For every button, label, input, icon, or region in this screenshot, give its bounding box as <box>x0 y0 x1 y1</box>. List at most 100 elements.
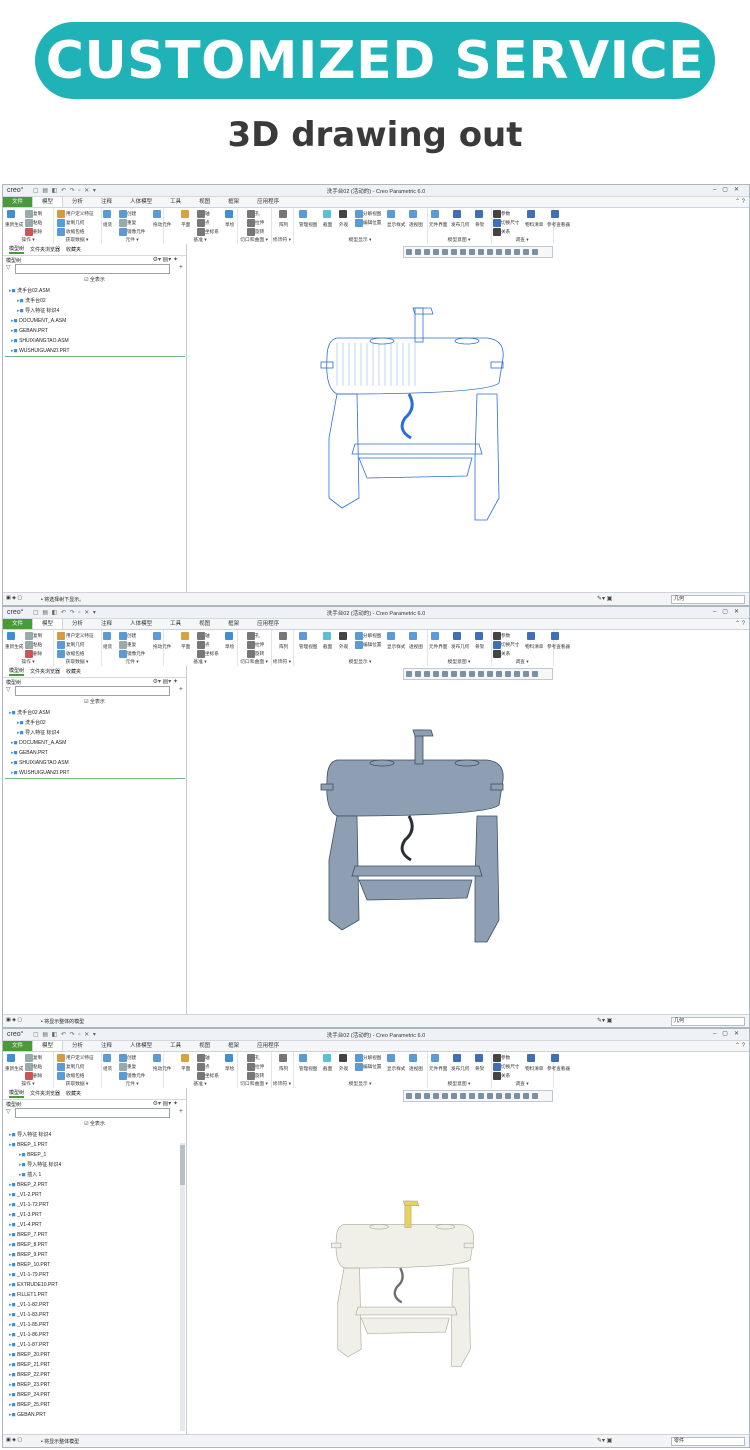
shrinkwrap-button[interactable]: 收缩包络 <box>66 229 84 235</box>
bom-icon[interactable] <box>527 1054 535 1062</box>
menu-tab[interactable]: 注释 <box>92 1041 121 1051</box>
copy-geom-icon[interactable] <box>57 1063 65 1071</box>
pub-geom-icon[interactable] <box>453 1054 461 1062</box>
tree-item[interactable]: ▸◼ BREP_23.PRT <box>9 1380 61 1390</box>
regen-icon[interactable] <box>7 210 15 218</box>
display-style-icon[interactable] <box>387 210 395 218</box>
extrude-button[interactable]: 拉伸 <box>255 220 264 226</box>
manage-views-button[interactable]: 管理视图 <box>299 222 317 228</box>
tree-item[interactable]: ▸◼ BREP_9.PRT <box>9 1250 61 1260</box>
panel-tab[interactable]: 模型树 <box>9 245 25 254</box>
skeleton-button[interactable]: 骨架 <box>475 222 484 228</box>
comp-interface-button[interactable]: 元件界面 <box>429 222 447 228</box>
menu-tab[interactable]: 视图 <box>190 619 219 629</box>
assemble-icon[interactable] <box>103 632 111 640</box>
show-all-button[interactable]: ☑ 全表示 <box>3 1120 186 1127</box>
assemble-icon[interactable] <box>103 210 111 218</box>
relations-button[interactable]: 关系 <box>501 229 510 235</box>
copy-icon[interactable] <box>25 632 33 640</box>
ref-viewer-button[interactable]: 参考查看器 <box>547 222 570 228</box>
relations-button[interactable]: 关系 <box>501 1073 510 1079</box>
skeleton-button[interactable]: 骨架 <box>475 644 484 650</box>
skeleton-button[interactable]: 骨架 <box>475 1066 484 1072</box>
revolve-icon[interactable] <box>247 1072 255 1080</box>
edit-position-icon[interactable] <box>355 641 363 649</box>
tree-item[interactable]: ▸◼ _V1-1-79.PRT <box>9 1270 61 1280</box>
point-button[interactable]: 点 <box>205 1064 210 1070</box>
axis-button[interactable]: 轴 <box>205 633 210 639</box>
panel-tab[interactable]: 收藏夹 <box>66 668 81 675</box>
paste-icon[interactable] <box>25 1063 33 1071</box>
copy-icon[interactable] <box>25 1054 33 1062</box>
hole-button[interactable]: 孔 <box>255 633 260 639</box>
tree-item[interactable]: ▸◼ BREP_20.PRT <box>9 1350 61 1360</box>
point-icon[interactable] <box>197 641 205 649</box>
assemble-icon[interactable] <box>103 1054 111 1062</box>
tree-item[interactable]: ▸◼ SHUIXIANGTAO.ASM <box>9 758 70 768</box>
perspective-icon[interactable] <box>409 1054 417 1062</box>
menu-tab[interactable]: 文件 <box>3 197 33 207</box>
tree-item[interactable]: ▸◼ _V1-3.PRT <box>9 1210 61 1220</box>
panel-tab[interactable]: 文件夹浏览器 <box>30 668 60 675</box>
hole-icon[interactable] <box>247 632 255 640</box>
pattern-icon[interactable] <box>279 1054 287 1062</box>
exploded-icon[interactable] <box>355 632 363 640</box>
menu-tab[interactable]: 框架 <box>219 197 248 207</box>
paste-button[interactable]: 粘贴 <box>33 220 42 226</box>
pub-geom-icon[interactable] <box>453 632 461 640</box>
switch-dims-button[interactable]: 切换尺寸 <box>501 1064 519 1070</box>
switch-dims-icon[interactable] <box>493 219 501 227</box>
copy-geom-icon[interactable] <box>57 641 65 649</box>
perspective-button[interactable]: 透视图 <box>409 644 423 650</box>
axis-icon[interactable] <box>197 210 205 218</box>
panel-tab[interactable]: 文件夹浏览器 <box>30 1090 60 1097</box>
shrinkwrap-icon[interactable] <box>57 1072 65 1080</box>
pattern-icon[interactable] <box>279 210 287 218</box>
comp-interface-icon[interactable] <box>431 210 439 218</box>
assemble-button[interactable]: 组装 <box>103 644 112 650</box>
tree-item[interactable]: ▸◼ _V1-1-72.PRT <box>9 1200 61 1210</box>
tree-item[interactable]: ▸◼ BREP_10.PRT <box>9 1260 61 1270</box>
params-icon[interactable] <box>493 1054 501 1062</box>
model-viewport[interactable] <box>187 258 749 590</box>
window-controls[interactable]: –▢✕ <box>713 608 745 615</box>
sketch-button[interactable]: 草绘 <box>225 222 234 228</box>
sketch-button[interactable]: 草绘 <box>225 644 234 650</box>
csys-icon[interactable] <box>197 228 205 236</box>
delete-button[interactable]: 删除 <box>33 651 42 657</box>
filter-icon[interactable]: ▽ <box>6 686 11 693</box>
section-button[interactable]: 截面 <box>323 222 332 228</box>
mirror-comp-button[interactable]: 镜像元件 <box>127 1073 145 1079</box>
tree-item[interactable]: ▸◼ 导入特征 标识4 <box>9 1160 61 1170</box>
panel-tab[interactable]: 收藏夹 <box>66 1090 81 1097</box>
repeat-button[interactable]: 重复 <box>127 1064 136 1070</box>
status-icons[interactable]: ▣ ◈ ▢ <box>6 595 34 602</box>
tree-item[interactable]: ▸◼ SHUIXIANGTAO.ASM <box>9 336 70 346</box>
tree-item[interactable]: ▸◼ BREP_24.PRT <box>9 1390 61 1400</box>
regen-button[interactable]: 重新生成 <box>5 222 23 228</box>
point-icon[interactable] <box>197 1063 205 1071</box>
selection-filter[interactable]: 几何 <box>671 1017 745 1026</box>
delete-icon[interactable] <box>25 1072 33 1080</box>
tree-item[interactable]: ▸◼ 洗手台02.ASM <box>9 708 70 718</box>
appearance-button[interactable]: 外观 <box>339 644 348 650</box>
create-button[interactable]: 创建 <box>127 633 136 639</box>
drag-icon[interactable] <box>153 632 161 640</box>
status-icons[interactable]: ▣ ◈ ▢ <box>6 1017 34 1024</box>
drag-icon[interactable] <box>153 210 161 218</box>
extrude-button[interactable]: 拉伸 <box>255 642 264 648</box>
section-icon[interactable] <box>323 1054 331 1062</box>
section-icon[interactable] <box>323 210 331 218</box>
drag-icon[interactable] <box>153 1054 161 1062</box>
add-icon[interactable]: + <box>179 264 183 271</box>
csys-icon[interactable] <box>197 650 205 658</box>
show-all-button[interactable]: ☑ 全表示 <box>3 698 186 705</box>
ref-viewer-icon[interactable] <box>551 210 559 218</box>
menu-tab[interactable]: 应用程序 <box>248 619 288 629</box>
perspective-icon[interactable] <box>409 632 417 640</box>
pattern-button[interactable]: 阵列 <box>279 222 288 228</box>
edit-position-icon[interactable] <box>355 219 363 227</box>
ref-viewer-icon[interactable] <box>551 632 559 640</box>
bom-icon[interactable] <box>527 632 535 640</box>
selection-tools-icon[interactable]: ✎▾ ▣ <box>597 595 612 602</box>
